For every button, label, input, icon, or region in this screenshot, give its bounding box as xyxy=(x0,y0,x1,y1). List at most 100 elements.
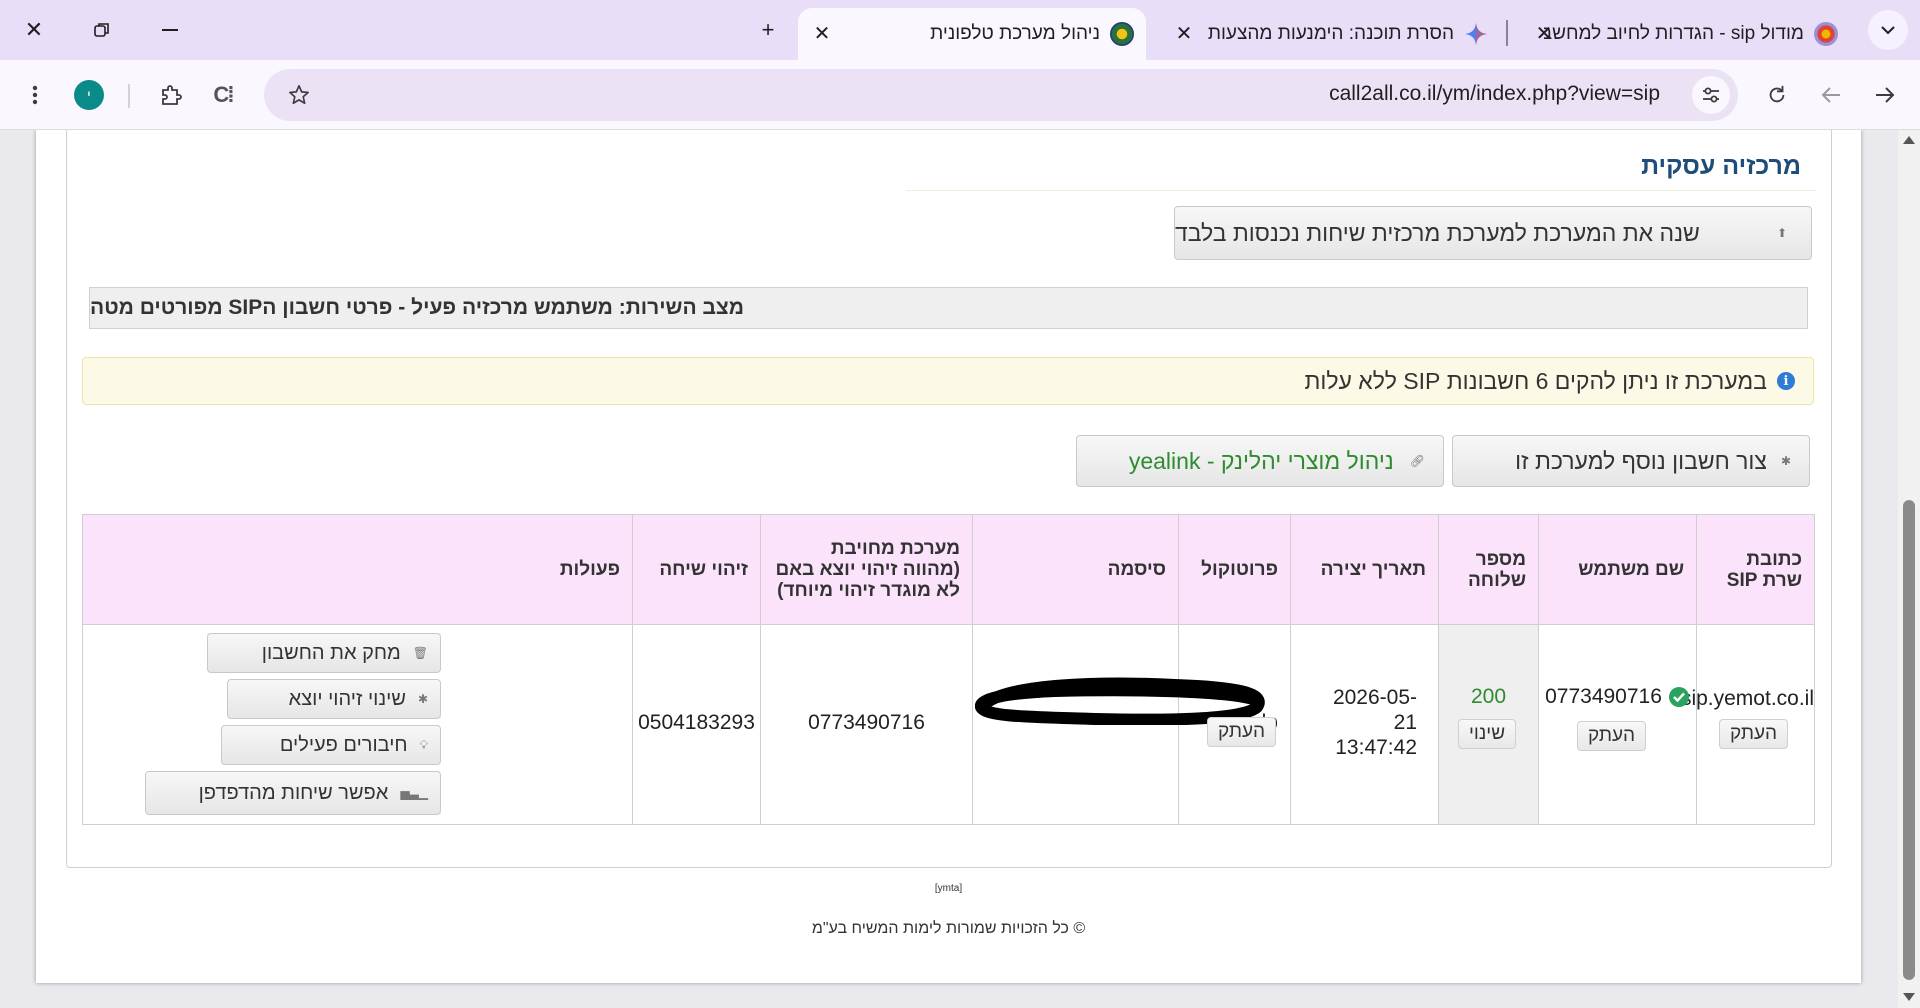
info-alert: i במערכת זו ניתן להקים 6 חשבונות SIP ללא… xyxy=(82,357,1814,405)
tab-search-button[interactable] xyxy=(1868,10,1908,50)
created-cell: 2026-05-21 13:47:42 xyxy=(1290,624,1439,825)
profile-button[interactable]: י xyxy=(70,76,108,114)
toolbar-divider xyxy=(128,84,130,108)
arrow-up-icon: ⬆ xyxy=(1776,226,1787,240)
tune-icon xyxy=(1703,87,1719,103)
tab-sip-module[interactable]: מודול sip - הגדרות לחיוב למחשב ✕ xyxy=(1520,8,1850,60)
restore-icon xyxy=(94,23,109,37)
active-connections-label: חיבורים פעילים xyxy=(279,733,408,756)
created-date: 2026-05-21 13:47:42 xyxy=(1332,686,1417,759)
link-icon: 🔗︎ xyxy=(1409,454,1425,468)
tab-title: ניהול מערכת טלפונית xyxy=(930,23,1100,44)
tab-phone-system[interactable]: ניהול מערכת טלפונית ✕ xyxy=(798,8,1146,60)
scroll-down-icon[interactable] xyxy=(1903,993,1915,1001)
copy-server-button[interactable]: העתק xyxy=(1719,719,1789,749)
page-viewport: מרכזיה עסקית ⬆ שנה את המערכת למערכת מרכז… xyxy=(0,130,1920,1008)
title-underline xyxy=(906,190,1816,191)
sparkle-favicon-icon xyxy=(1464,22,1488,46)
change-system-button[interactable]: ⬆ שנה את המערכת למערכת מרכזית שיחות נכנס… xyxy=(1174,206,1812,260)
extension-cell: 200 שינוי xyxy=(1438,624,1539,825)
change-caller-id-button[interactable]: ✱ שינוי זיהוי יוצא xyxy=(227,679,441,719)
column-header: זיהוי שיחה xyxy=(632,514,761,625)
column-header: פעולות xyxy=(82,514,633,625)
browser-calls-label: אפשר שיחות מהדפדפן xyxy=(198,781,389,804)
forward-button[interactable] xyxy=(1812,76,1850,114)
tab-strip: ✕ + ניהול מערכת טלפונית ✕ הסרת תוכנה: הי… xyxy=(0,0,1920,60)
c-dots-icon: C⁞ xyxy=(213,82,234,107)
extensions-button[interactable] xyxy=(152,76,190,114)
copyright-text: © כל הזכויות שמורות לימות המשיח בע"מ xyxy=(811,920,1086,937)
password-cell: העתק xyxy=(972,624,1277,825)
close-tab-icon[interactable]: ✕ xyxy=(1532,22,1556,46)
lightbulb-icon: 💡︎ xyxy=(419,737,428,752)
site-settings-button[interactable] xyxy=(1692,76,1730,114)
column-header: מספר שלוחה xyxy=(1438,514,1539,625)
back-button[interactable] xyxy=(1866,76,1904,114)
column-header: פרוטוקול xyxy=(1178,514,1291,625)
column-header: שם משתמש xyxy=(1538,514,1697,625)
create-account-label: צור חשבון נוסף למערכת זו xyxy=(1515,447,1767,474)
service-status: מצב השירות: משתמש מרכזיה פעיל - פרטי חשב… xyxy=(89,287,1808,329)
browser-calls-button[interactable]: ▁▃▅ אפשר שיחות מהדפדפן xyxy=(145,771,441,815)
table-row: sip.yemot.co.il העתק 0773490716 העתק 200 xyxy=(82,624,1815,825)
restore-window-button[interactable] xyxy=(76,8,128,52)
page-sheet: מרכזיה עסקית ⬆ שנה את המערכת למערכת מרכז… xyxy=(36,130,1861,983)
minimize-icon xyxy=(162,29,178,31)
close-tab-icon[interactable]: ✕ xyxy=(810,22,834,46)
caller-id-cell: 0504183293 xyxy=(632,624,761,825)
copy-username-button[interactable]: העתק xyxy=(1577,721,1647,751)
close-tab-icon[interactable]: ✕ xyxy=(1172,22,1196,46)
menu-button[interactable] xyxy=(16,76,54,114)
column-header: תאריך יצירה xyxy=(1290,514,1439,625)
signal-bars-icon: ▁▃▅ xyxy=(400,786,428,800)
puzzle-icon xyxy=(162,85,182,105)
column-header: כתובת שרת SIP xyxy=(1696,514,1815,625)
url-text[interactable]: call2all.co.il/ym/index.php?view=sip xyxy=(1329,82,1660,106)
change-extension-button[interactable]: שינוי xyxy=(1458,719,1517,749)
copy-password-button[interactable]: העתק xyxy=(1207,717,1277,747)
server-cell: sip.yemot.co.il העתק xyxy=(1681,624,1815,825)
more-vert-icon xyxy=(32,85,38,105)
footer-tag: [ymta] xyxy=(934,883,963,894)
tab-uninstall-software[interactable]: הסרת תוכנה: הימנעות מהצעות ✕ xyxy=(1160,8,1500,60)
extension-value: 200 xyxy=(1470,685,1507,708)
column-header: סיסמה xyxy=(972,514,1179,625)
reload-button[interactable] xyxy=(1758,76,1796,114)
extension-c-button[interactable]: C⁞ xyxy=(204,76,242,114)
avatar: י xyxy=(74,80,104,110)
delete-account-button[interactable]: 🗑︎ מחק את החשבון xyxy=(207,633,441,673)
change-caller-id-label: שינוי זיהוי יוצא xyxy=(288,687,406,710)
address-bar[interactable]: call2all.co.il/ym/index.php?view=sip xyxy=(264,69,1738,121)
chevron-down-icon xyxy=(1881,25,1895,34)
sip-accounts-table: כתובת שרת SIP שם משתמש מספר שלוחה תאריך … xyxy=(82,514,1815,825)
trash-icon: 🗑︎ xyxy=(412,646,428,660)
minimize-window-button[interactable] xyxy=(144,8,196,52)
actions-cell: 🗑︎ מחק את החשבון ✱ שינוי זיהוי יוצא 💡︎ ח… xyxy=(82,624,633,825)
delete-account-label: מחק את החשבון xyxy=(261,641,401,664)
info-text: במערכת זו ניתן להקים 6 חשבונות SIP ללא ע… xyxy=(1304,367,1767,394)
reload-icon xyxy=(1769,85,1785,103)
table-header-row: כתובת שרת SIP שם משתמש מספר שלוחה תאריך … xyxy=(82,514,1815,625)
scrollbar-thumb[interactable] xyxy=(1903,500,1915,980)
username-wrap: 0773490716 xyxy=(1539,685,1696,709)
tab-title: מודול sip - הגדרות לחיוב למחשב xyxy=(1544,23,1804,44)
check-circle-icon xyxy=(1668,687,1689,707)
yealink-button[interactable]: 🔗︎ ניהול מוצרי יהלינק - yealink xyxy=(1076,435,1444,487)
star-icon xyxy=(289,85,309,105)
bookmark-button[interactable] xyxy=(280,76,318,114)
gear-icon: ✱ xyxy=(1780,454,1791,468)
site-favicon-icon xyxy=(1814,22,1838,46)
server-address[interactable]: sip.yemot.co.il xyxy=(1681,687,1814,711)
active-connections-button[interactable]: 💡︎ חיבורים פעילים xyxy=(221,725,441,765)
yealink-label: ניהול מוצרי יהלינק - yealink xyxy=(1128,447,1394,474)
billed-system-cell: 0773490716 xyxy=(760,624,973,825)
username-cell: 0773490716 העתק xyxy=(1538,624,1697,825)
caller-id-value: 0504183293 xyxy=(638,711,755,734)
new-tab-button[interactable]: + xyxy=(742,8,794,52)
username-value[interactable]: 0773490716 xyxy=(1545,685,1662,709)
close-window-button[interactable]: ✕ xyxy=(8,8,60,52)
create-account-button[interactable]: ✱ צור חשבון נוסף למערכת זו xyxy=(1452,435,1810,487)
scroll-up-icon[interactable] xyxy=(1903,136,1915,144)
page-scrollbar[interactable] xyxy=(1898,130,1920,1008)
browser-toolbar: י C⁞ call2all.co.il/ym/index.php?view=si… xyxy=(0,60,1920,130)
